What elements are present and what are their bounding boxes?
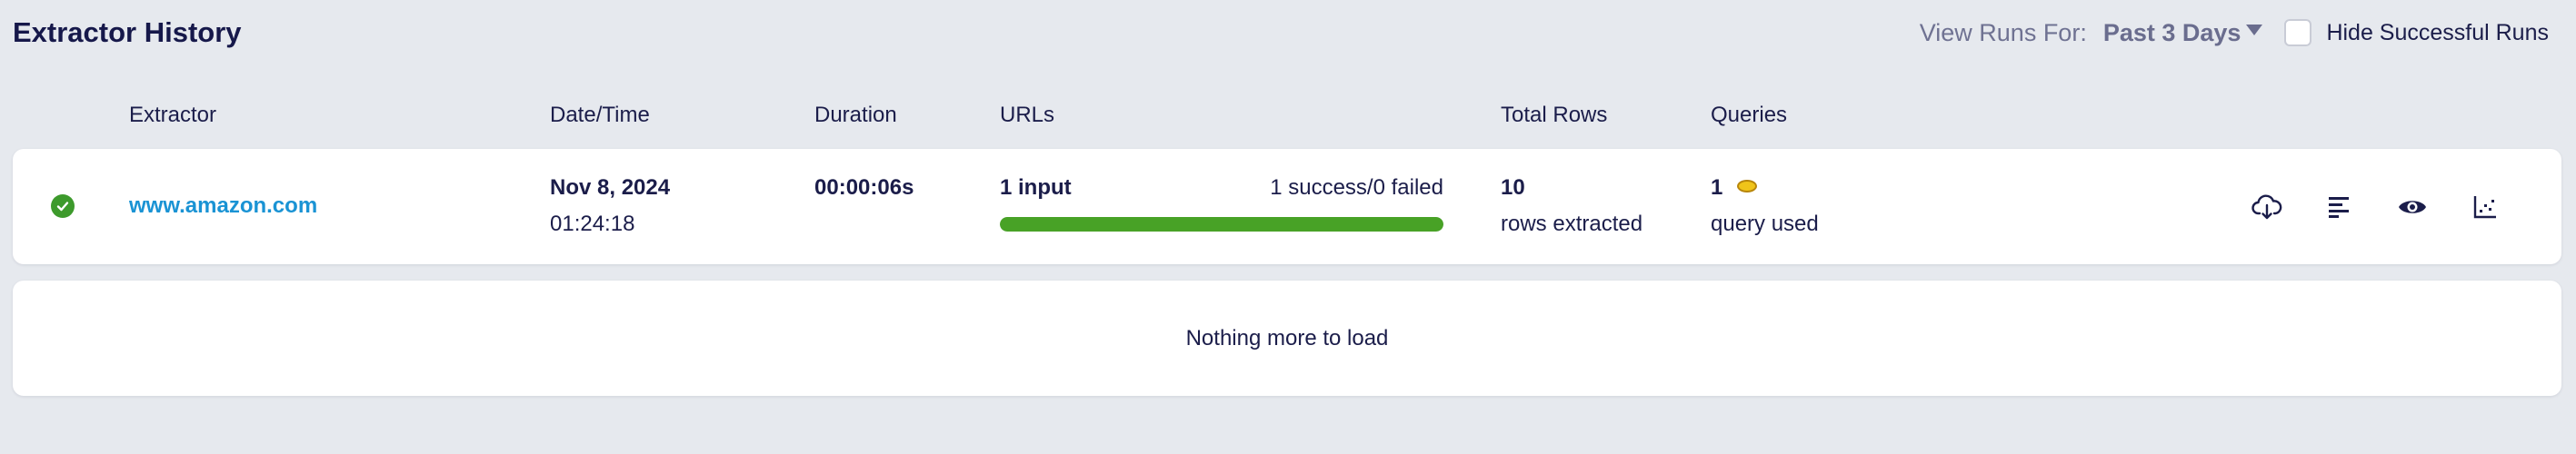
run-time: 01:24:18 xyxy=(550,212,635,236)
hide-successful-checkbox[interactable] xyxy=(2284,19,2312,46)
scatter-chart-glyph xyxy=(2473,196,2496,219)
column-header-datetime: Date/Time xyxy=(550,103,650,127)
details-list-glyph xyxy=(2329,197,2349,218)
column-header-total-rows: Total Rows xyxy=(1501,103,1608,127)
column-header-duration: Duration xyxy=(814,103,897,127)
nothing-more-text: Nothing more to load xyxy=(1185,325,1389,350)
date-range-value: Past 3 Days xyxy=(2102,18,2242,46)
column-header-urls: URLs xyxy=(1000,103,1055,127)
urls-result-summary: 1 success/0 failed xyxy=(1270,175,1443,200)
view-runs-label: View Runs For: xyxy=(1919,18,2087,46)
check-circle-icon xyxy=(51,194,75,218)
end-of-list-card: Nothing more to load xyxy=(13,281,2561,396)
queries-label: query used xyxy=(1711,212,1819,236)
cloud-download-glyph xyxy=(2252,194,2282,220)
queries-count-wrap: 1 xyxy=(1711,174,1758,202)
hide-successful-label[interactable]: Hide Successful Runs xyxy=(2326,20,2549,46)
date-range-dropdown[interactable]: Past 3 Days xyxy=(2103,19,2263,47)
run-date: Nov 8, 2024 xyxy=(550,175,671,200)
urls-input-count: 1 input xyxy=(1000,175,1072,200)
page-title: Extractor History xyxy=(13,16,242,48)
column-header-extractor: Extractor xyxy=(129,103,217,127)
coin-icon xyxy=(1737,179,1758,192)
checkmark-glyph xyxy=(56,202,69,212)
queries-count: 1 xyxy=(1711,175,1723,200)
cloud-download-icon[interactable] xyxy=(2249,189,2285,225)
run-row: www.amazon.com Nov 8, 2024 01:24:18 00:0… xyxy=(13,149,2561,264)
rows-label: rows extracted xyxy=(1501,212,1643,236)
header-controls: View Runs For: Past 3 Days Hide Successf… xyxy=(1920,13,2549,53)
urls-progress-fill xyxy=(1000,217,1443,232)
run-duration: 00:00:06s xyxy=(814,175,914,200)
column-header-queries: Queries xyxy=(1711,103,1788,127)
urls-progress-bar xyxy=(1000,217,1443,232)
extractor-domain-link[interactable]: www.amazon.com xyxy=(129,192,317,220)
caret-down-icon xyxy=(2246,25,2263,35)
view-eye-icon[interactable] xyxy=(2394,189,2431,225)
details-list-icon[interactable] xyxy=(2321,189,2358,225)
extractor-history-page: Extractor History View Runs For: Past 3 … xyxy=(0,0,2576,454)
rows-count: 10 xyxy=(1501,175,1525,200)
scatter-chart-icon[interactable] xyxy=(2467,189,2503,225)
view-eye-glyph xyxy=(2399,201,2426,213)
